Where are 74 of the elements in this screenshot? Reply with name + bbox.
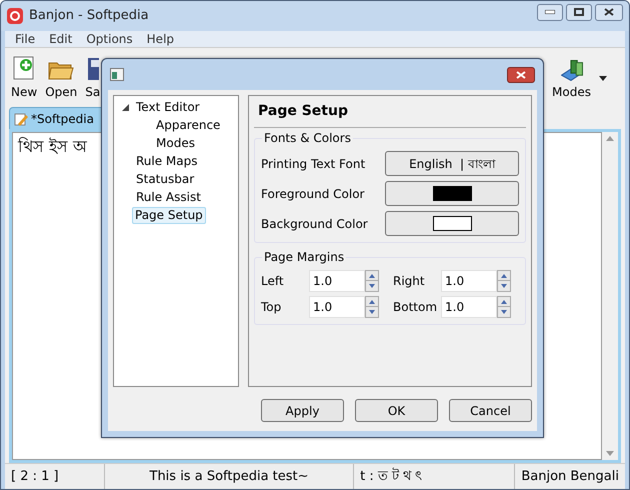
field-label: Top bbox=[261, 299, 282, 316]
number-field[interactable]: 1.0 bbox=[309, 270, 365, 292]
up-triangle-icon bbox=[369, 274, 375, 278]
group-title: Page Margins bbox=[262, 250, 346, 264]
spin-down-button[interactable] bbox=[497, 281, 511, 292]
tree-item[interactable]: Statusbar bbox=[132, 170, 198, 188]
number-field[interactable]: 1.0 bbox=[441, 296, 497, 318]
spin-up-button[interactable] bbox=[497, 296, 511, 307]
tree-item[interactable]: Rule Assist bbox=[132, 188, 205, 206]
tree-item[interactable]: Modes bbox=[152, 134, 199, 152]
maximize-icon bbox=[574, 8, 584, 16]
field-label: Printing Text Font bbox=[261, 156, 366, 172]
down-triangle-icon bbox=[369, 310, 375, 314]
new-document-icon bbox=[12, 55, 36, 81]
close-icon bbox=[516, 70, 526, 78]
toolbar-button[interactable]: Sa bbox=[85, 57, 100, 101]
field-label: Background Color bbox=[261, 216, 368, 232]
toolbar-button[interactable]: Modes bbox=[552, 60, 591, 101]
down-triangle-icon bbox=[501, 310, 507, 314]
dialog-button[interactable]: Apply bbox=[261, 399, 344, 422]
group-title: Fonts & Colors bbox=[262, 131, 353, 145]
number-field[interactable]: 1.0 bbox=[309, 296, 365, 318]
spin-up-button[interactable] bbox=[365, 296, 379, 307]
scroll-down-icon[interactable] bbox=[606, 451, 614, 456]
field-label: Left bbox=[261, 273, 285, 290]
status-text: Banjon Bengali bbox=[514, 464, 625, 489]
maximize-button[interactable] bbox=[566, 4, 592, 20]
menu-item[interactable]: Edit bbox=[49, 30, 72, 48]
close-icon bbox=[604, 8, 614, 16]
font-button[interactable]: English | বাংলা bbox=[385, 151, 519, 176]
spin-up-button[interactable] bbox=[365, 270, 379, 281]
minimize-button[interactable] bbox=[537, 4, 563, 20]
down-triangle-icon bbox=[369, 284, 375, 288]
field-label: Bottom bbox=[393, 299, 438, 316]
close-button[interactable] bbox=[595, 4, 623, 20]
spin-down-button[interactable] bbox=[365, 307, 379, 318]
tree-item[interactable]: Text Editor bbox=[132, 98, 204, 116]
color-button[interactable] bbox=[385, 211, 519, 236]
minimize-icon bbox=[545, 10, 555, 14]
expanded-triangle-icon[interactable] bbox=[122, 104, 128, 110]
tree-item[interactable]: Apparence bbox=[152, 116, 224, 134]
scroll-up-icon[interactable] bbox=[606, 136, 614, 141]
up-triangle-icon bbox=[501, 300, 507, 304]
tree-item[interactable]: Page Setup bbox=[132, 206, 206, 224]
books-icon bbox=[560, 60, 583, 81]
spin-down-button[interactable] bbox=[365, 281, 379, 292]
dialog-button[interactable]: OK bbox=[355, 399, 438, 422]
tree-item[interactable]: Rule Maps bbox=[132, 152, 202, 170]
menu-item[interactable]: Help bbox=[146, 30, 174, 48]
toolbar-button[interactable]: New bbox=[11, 55, 38, 101]
panel-title: Page Setup bbox=[254, 96, 526, 128]
up-triangle-icon bbox=[501, 274, 507, 278]
status-text: t : ত ট থ ৎ bbox=[353, 464, 514, 489]
pencil-note-icon bbox=[14, 112, 28, 126]
dialog-button[interactable]: Cancel bbox=[449, 399, 532, 422]
window-title: Banjon - Softpedia bbox=[29, 7, 149, 26]
up-triangle-icon bbox=[369, 300, 375, 304]
close-button[interactable] bbox=[507, 66, 535, 82]
number-field[interactable]: 1.0 bbox=[441, 270, 497, 292]
window-icon bbox=[110, 68, 124, 81]
tab-label: *Softpedia bbox=[31, 110, 94, 128]
menu-item[interactable]: File bbox=[15, 30, 36, 48]
down-triangle-icon bbox=[501, 284, 507, 288]
spin-down-button[interactable] bbox=[497, 307, 511, 318]
status-text: This is a Softpedia test~ bbox=[104, 464, 354, 489]
menu-item[interactable]: Options bbox=[86, 30, 133, 48]
dropdown-arrow-icon[interactable] bbox=[599, 76, 607, 81]
field-label: Foreground Color bbox=[261, 186, 364, 202]
spin-up-button[interactable] bbox=[497, 270, 511, 281]
color-button[interactable] bbox=[385, 181, 519, 206]
status-text: [ 2 : 1 ] bbox=[10, 468, 60, 486]
app-logo-icon bbox=[7, 8, 23, 24]
toolbar-button[interactable]: Open bbox=[45, 59, 78, 101]
field-label: Right bbox=[393, 273, 426, 290]
